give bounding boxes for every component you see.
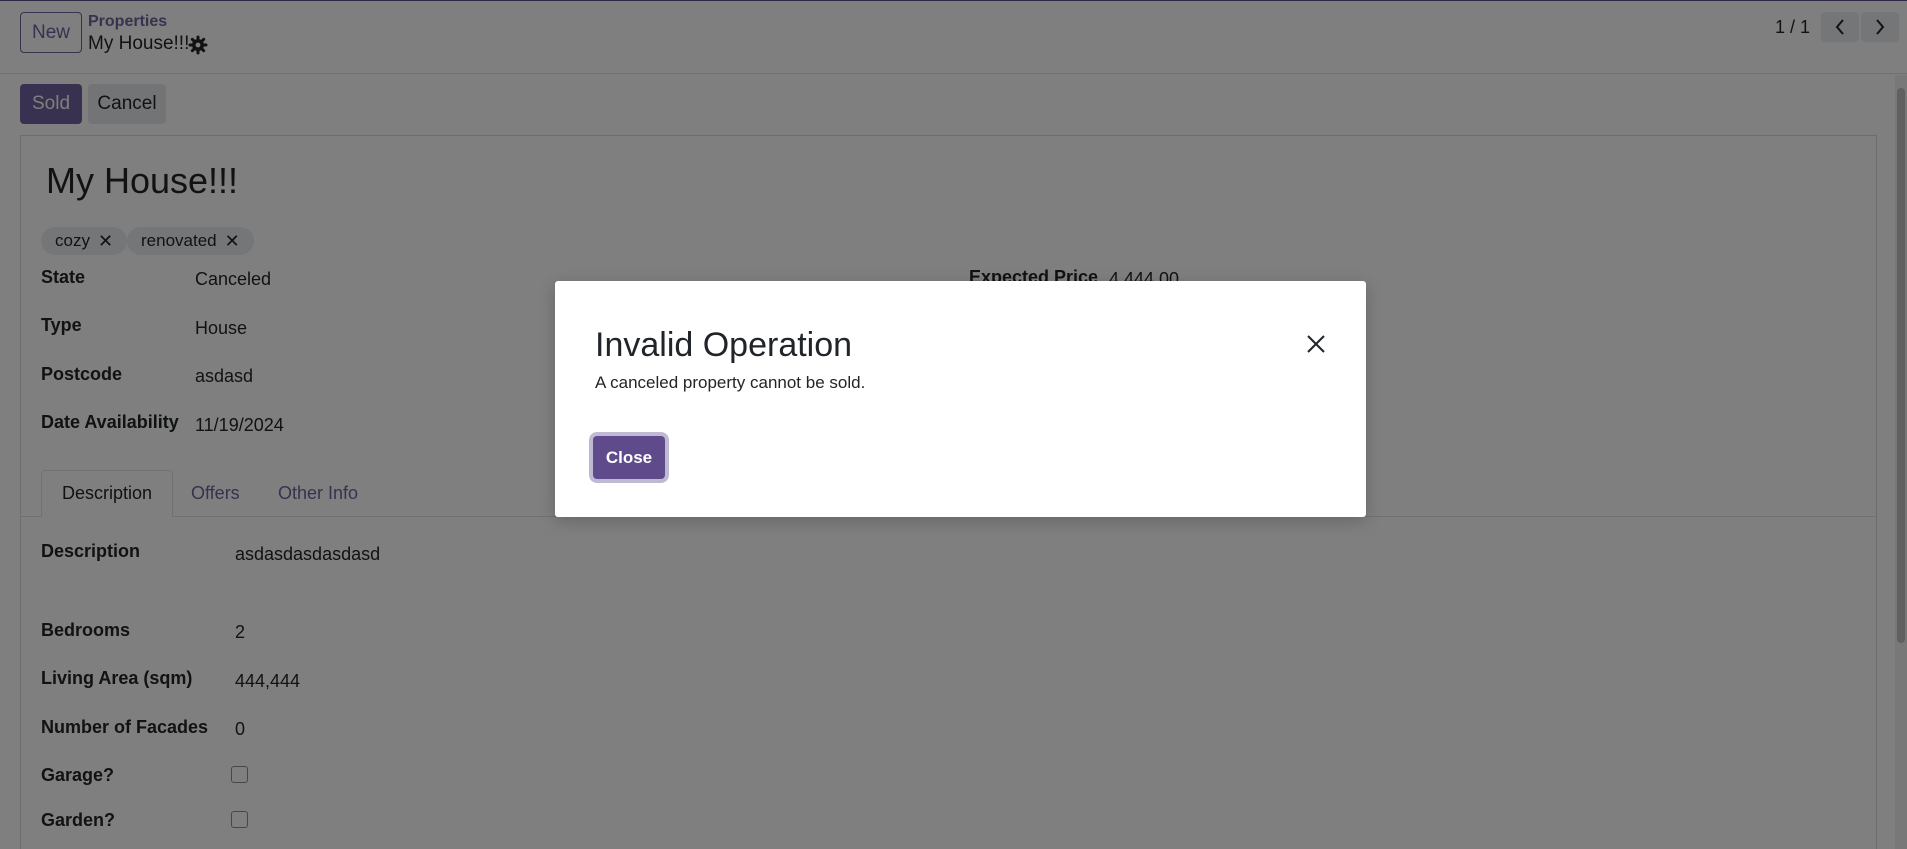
invalid-operation-dialog: Invalid Operation A canceled property ca… bbox=[555, 281, 1366, 517]
close-icon[interactable] bbox=[1303, 331, 1329, 357]
close-button[interactable]: Close bbox=[593, 436, 665, 479]
dialog-title: Invalid Operation bbox=[595, 326, 853, 364]
dialog-message: A canceled property cannot be sold. bbox=[595, 373, 866, 392]
